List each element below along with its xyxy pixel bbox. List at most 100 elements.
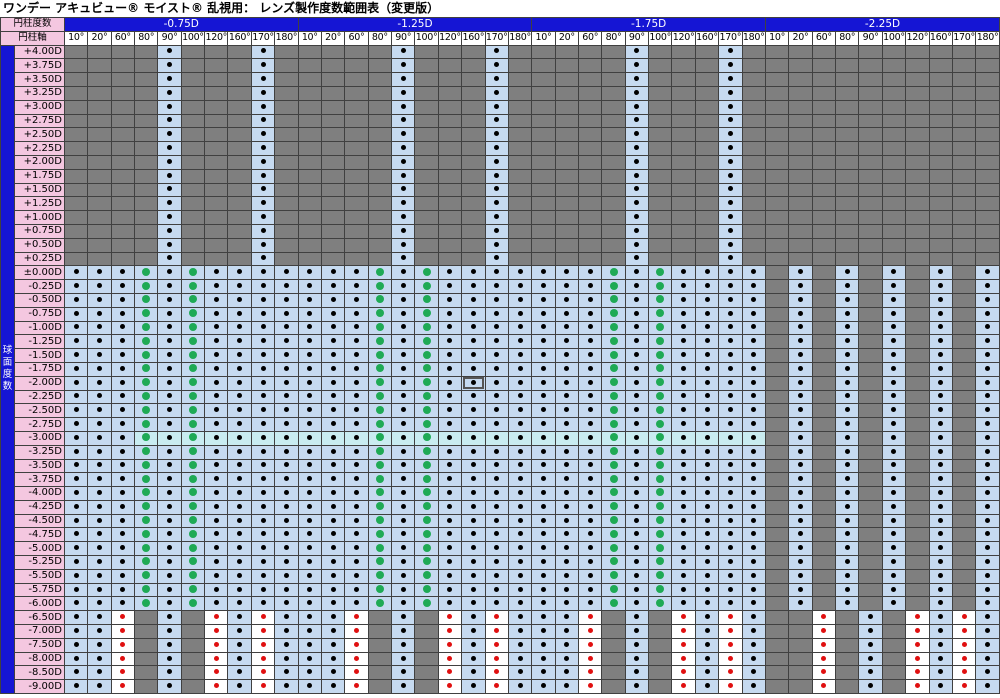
range-cell[interactable] (811, 458, 837, 474)
range-cell[interactable] (531, 541, 556, 557)
range-cell[interactable] (437, 637, 463, 653)
range-cell[interactable] (134, 472, 159, 488)
range-cell[interactable] (951, 513, 977, 529)
range-cell[interactable] (274, 154, 299, 170)
range-cell[interactable] (391, 458, 416, 474)
range-cell[interactable] (531, 168, 556, 184)
range-cell[interactable] (414, 141, 439, 156)
range-cell[interactable] (975, 361, 1000, 377)
range-cell[interactable] (204, 651, 229, 667)
range-cell[interactable] (274, 665, 299, 681)
range-cell[interactable] (741, 624, 766, 639)
range-cell[interactable] (835, 320, 860, 336)
range-cell[interactable] (554, 292, 580, 308)
range-cell[interactable] (63, 141, 89, 156)
range-cell[interactable] (531, 651, 556, 667)
range-cell[interactable] (87, 651, 112, 667)
range-cell[interactable] (274, 568, 299, 584)
range-cell[interactable] (694, 127, 720, 143)
range-cell[interactable] (391, 486, 416, 501)
range-cell[interactable] (157, 292, 182, 308)
range-cell[interactable] (63, 555, 89, 570)
range-cell[interactable] (718, 58, 743, 74)
range-cell[interactable] (87, 168, 112, 184)
range-cell[interactable] (671, 265, 696, 281)
range-cell[interactable] (367, 306, 393, 322)
range-cell[interactable] (951, 251, 977, 267)
range-cell[interactable] (250, 472, 276, 488)
range-cell[interactable] (320, 320, 346, 336)
range-cell[interactable] (320, 265, 346, 281)
range-cell[interactable] (414, 541, 439, 557)
range-cell[interactable] (764, 279, 790, 294)
range-cell[interactable] (484, 651, 509, 667)
range-cell[interactable] (764, 499, 790, 515)
range-cell[interactable] (671, 292, 696, 308)
range-cell[interactable] (694, 251, 720, 267)
range-cell[interactable] (414, 58, 439, 74)
range-cell[interactable] (905, 651, 930, 667)
range-cell[interactable] (367, 499, 393, 515)
range-cell[interactable] (204, 679, 229, 695)
range-cell[interactable] (87, 223, 112, 239)
range-cell[interactable] (601, 58, 626, 74)
range-cell[interactable] (367, 568, 393, 584)
range-cell[interactable] (87, 58, 112, 74)
range-cell[interactable] (648, 472, 673, 488)
range-cell[interactable] (391, 251, 416, 267)
range-cell[interactable] (951, 237, 977, 253)
range-cell[interactable] (671, 320, 696, 336)
range-cell[interactable] (881, 665, 907, 681)
range-cell[interactable] (694, 72, 720, 87)
range-cell[interactable] (858, 417, 883, 432)
range-cell[interactable] (344, 375, 369, 391)
range-cell[interactable] (975, 306, 1000, 322)
range-cell[interactable] (391, 265, 416, 281)
range-cell[interactable] (391, 85, 416, 101)
range-cell[interactable] (507, 292, 533, 308)
range-cell[interactable] (975, 568, 1000, 584)
range-cell[interactable] (951, 141, 977, 156)
range-cell[interactable] (881, 596, 907, 612)
range-cell[interactable] (905, 141, 930, 156)
range-cell[interactable] (648, 223, 673, 239)
range-cell[interactable] (601, 596, 626, 612)
range-cell[interactable] (881, 265, 907, 281)
range-cell[interactable] (227, 154, 252, 170)
range-cell[interactable] (484, 513, 509, 529)
range-cell[interactable] (858, 582, 883, 598)
range-cell[interactable] (134, 292, 159, 308)
range-cell[interactable] (87, 113, 112, 129)
range-cell[interactable] (461, 541, 486, 557)
range-cell[interactable] (87, 210, 112, 225)
range-cell[interactable] (297, 251, 322, 267)
range-cell[interactable] (437, 168, 463, 184)
range-cell[interactable] (414, 568, 439, 584)
range-cell[interactable] (764, 582, 790, 598)
range-cell[interactable] (694, 637, 720, 653)
range-cell[interactable] (718, 499, 743, 515)
range-cell[interactable] (531, 596, 556, 612)
range-cell[interactable] (437, 596, 463, 612)
range-cell[interactable] (344, 168, 369, 184)
range-cell[interactable] (928, 417, 953, 432)
range-cell[interactable] (671, 541, 696, 557)
range-cell[interactable] (858, 651, 883, 667)
range-cell[interactable] (554, 99, 580, 115)
range-cell[interactable] (227, 403, 252, 419)
range-cell[interactable] (928, 527, 953, 543)
range-cell[interactable] (250, 320, 276, 336)
range-cell[interactable] (461, 113, 486, 129)
range-cell[interactable] (110, 458, 136, 474)
range-cell[interactable] (741, 279, 766, 294)
range-cell[interactable] (858, 527, 883, 543)
range-cell[interactable] (134, 237, 159, 253)
range-cell[interactable] (274, 72, 299, 87)
range-cell[interactable] (63, 72, 89, 87)
range-cell[interactable] (391, 624, 416, 639)
range-cell[interactable] (437, 334, 463, 350)
range-cell[interactable] (811, 499, 837, 515)
range-cell[interactable] (63, 444, 89, 460)
range-cell[interactable] (227, 637, 252, 653)
range-cell[interactable] (250, 196, 276, 212)
